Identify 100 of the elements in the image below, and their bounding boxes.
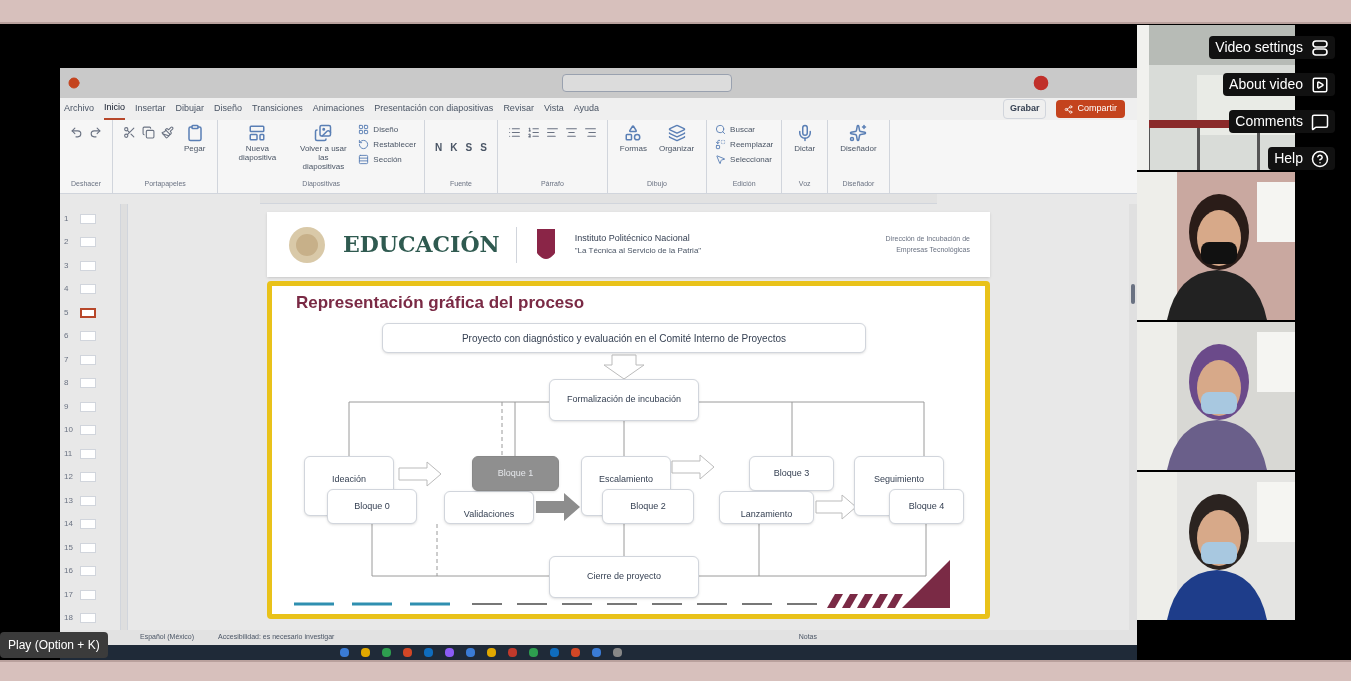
slide-number: 7 <box>64 353 70 366</box>
slide-icon <box>248 124 267 142</box>
menu-item[interactable]: Video settings <box>1209 36 1335 59</box>
paintbrush-icon <box>161 126 174 139</box>
ribbon-tab[interactable]: Ayuda <box>573 98 600 120</box>
settings-icon <box>1311 38 1329 57</box>
app-icon[interactable] <box>571 648 580 657</box>
slide-number: 1 <box>64 212 70 225</box>
flow-node: Bloque 1 <box>472 456 559 491</box>
ribbon-tab[interactable]: Vista <box>543 98 564 120</box>
ribbon-button[interactable]: Diseñador <box>836 124 881 153</box>
grid-icon <box>358 124 370 135</box>
icon-button[interactable] <box>140 124 157 141</box>
share-button[interactable]: Compartir <box>1056 100 1125 118</box>
app-icon[interactable] <box>487 648 496 657</box>
tooltip: Play (Option + K) <box>0 632 108 658</box>
replace-icon <box>715 139 727 150</box>
app-icon[interactable] <box>466 648 475 657</box>
slide-number: 2 <box>64 236 70 249</box>
pointer-icon <box>715 154 727 165</box>
images-icon <box>314 124 333 142</box>
slide-number: 16 <box>64 565 74 578</box>
slide-number: 4 <box>64 283 70 296</box>
help-icon <box>1311 149 1329 168</box>
app-icon[interactable] <box>403 648 412 657</box>
rows-icon <box>358 154 370 165</box>
ribbon-button[interactable]: Organizar <box>655 124 699 153</box>
ribbon-button[interactable]: Nueva diapositiva <box>226 124 289 162</box>
ribbon-tab[interactable]: Presentación con diapositivas <box>374 98 494 120</box>
ribbon-tab[interactable]: Revisar <box>503 98 534 120</box>
brand-text: EDUCACIÓN <box>343 230 500 259</box>
layers-icon <box>667 124 686 142</box>
format-button[interactable]: S <box>463 140 475 155</box>
ribbon-tab[interactable]: Diseño <box>214 98 243 120</box>
institute-motto: "La Técnica al Servicio de la Patria" <box>574 245 702 258</box>
app-icon[interactable] <box>361 648 370 657</box>
ribbon-button[interactable]: Reemplazar <box>715 139 774 150</box>
slide-thumbnail[interactable] <box>80 307 96 318</box>
slide-number: 6 <box>64 330 70 343</box>
numbered-list-icon <box>526 126 540 139</box>
record-button[interactable]: Grabar <box>1002 99 1047 119</box>
flow-node: Lanzamiento <box>719 491 814 524</box>
shapes-icon <box>624 124 643 142</box>
ribbon-tab[interactable]: Insertar <box>135 98 166 120</box>
comment-icon <box>1311 112 1329 131</box>
ribbon-button[interactable]: Diseño <box>358 124 417 135</box>
ribbon-button[interactable]: Formas <box>615 124 651 153</box>
ribbon-button[interactable]: Sección <box>358 154 417 165</box>
format-button[interactable]: N <box>433 140 445 155</box>
slide-number: 11 <box>64 447 74 460</box>
reset-icon <box>358 139 370 150</box>
ribbon-button[interactable]: Seleccionar <box>715 154 774 165</box>
redo-icon <box>89 126 102 139</box>
slide-number: 9 <box>64 400 70 413</box>
clipboard-icon <box>185 124 204 142</box>
app-icon[interactable] <box>529 648 538 657</box>
app-icon[interactable] <box>445 648 454 657</box>
ribbon-tab[interactable]: Archivo <box>64 98 94 120</box>
format-button[interactable]: K <box>448 140 460 155</box>
app-icon[interactable] <box>382 648 391 657</box>
menu-item[interactable]: About video <box>1223 73 1335 96</box>
slide-number: 17 <box>64 588 74 601</box>
seal-icon <box>287 224 327 265</box>
ribbon-tab[interactable]: Transiciones <box>252 98 303 120</box>
ribbon-tab[interactable]: Animaciones <box>312 98 365 120</box>
flow-node: Validaciones <box>444 491 534 524</box>
slide-number: 18 <box>64 612 74 625</box>
slide-number: 12 <box>64 471 74 484</box>
menu-item[interactable]: Comments <box>1229 110 1335 133</box>
undo-icon <box>70 126 83 139</box>
app-icon[interactable] <box>592 648 601 657</box>
play-box-icon <box>1311 75 1329 94</box>
slide-number: 15 <box>64 541 74 554</box>
align-center-icon <box>564 126 578 139</box>
icon-button[interactable] <box>159 124 176 141</box>
flow-node: Proyecto con diagnóstico y evaluación en el Comité Interno de Proyectos <box>382 323 866 353</box>
share-icon <box>1064 104 1074 114</box>
ribbon-tab[interactable]: Dibujar <box>175 98 205 120</box>
copy-icon <box>142 126 155 139</box>
list-icon <box>507 126 521 139</box>
ribbon-button[interactable]: Dictar <box>790 124 820 153</box>
flow-node: Bloque 3 <box>749 456 834 491</box>
app-logo-icon <box>68 77 80 89</box>
avatar-icon <box>1033 75 1049 91</box>
slide-number: 3 <box>64 259 70 272</box>
flow-node: Bloque 2 <box>602 489 694 524</box>
app-icon[interactable] <box>340 648 349 657</box>
slide-number: 13 <box>64 494 74 507</box>
scrollbar[interactable] <box>1129 204 1137 630</box>
flow-node: Formalización de incubación <box>549 379 699 421</box>
menu-item[interactable]: Help <box>1268 147 1335 170</box>
search-field[interactable] <box>562 74 732 92</box>
ribbon-button[interactable]: Restablecer <box>358 139 417 150</box>
ribbon-button[interactable]: Volver a usar las diapositivas <box>292 124 355 171</box>
app-icon[interactable] <box>613 648 622 657</box>
flow-node: Bloque 0 <box>327 489 417 524</box>
ribbon-button[interactable]: Buscar <box>715 124 774 135</box>
ribbon-button[interactable]: Pegar <box>180 124 210 153</box>
slide-number: 5 <box>64 306 70 319</box>
format-button[interactable]: S <box>478 140 489 155</box>
